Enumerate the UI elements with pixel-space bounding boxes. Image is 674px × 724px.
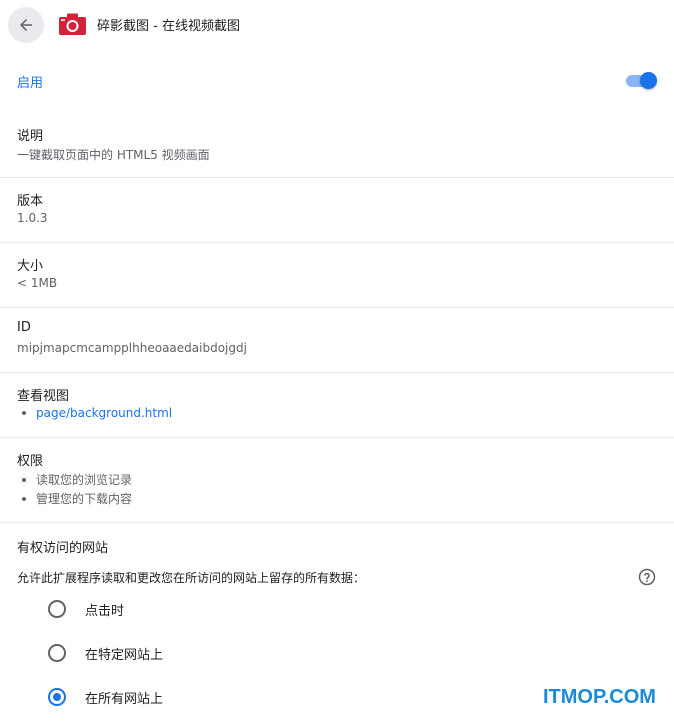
view-item: page/background.html bbox=[22, 406, 172, 420]
extension-title: 碎影截图 - 在线视频截图 bbox=[97, 19, 240, 34]
bullet-icon bbox=[22, 496, 26, 501]
arrow-left-icon bbox=[20, 19, 32, 31]
radio-button-selected[interactable] bbox=[48, 688, 66, 706]
back-button[interactable] bbox=[8, 7, 44, 43]
version-label: 版本 bbox=[17, 194, 44, 209]
view-link[interactable]: page/background.html bbox=[36, 406, 172, 420]
permission-item: 读取您的浏览记录 bbox=[22, 471, 132, 488]
version-section: 版本 1.0.3 bbox=[0, 178, 674, 243]
camera-icon bbox=[59, 13, 86, 35]
version-value: 1.0.3 bbox=[17, 211, 48, 225]
toggle-knob bbox=[640, 72, 657, 89]
size-value: < 1MB bbox=[17, 276, 58, 290]
description-value: 一键截取页面中的 HTML5 视频画面 bbox=[17, 148, 210, 162]
site-access-label: 有权访问的网站 bbox=[17, 541, 109, 556]
enable-row: 启用 bbox=[0, 60, 674, 100]
bullet-icon bbox=[22, 410, 26, 415]
radio-label: 在所有网站上 bbox=[85, 692, 164, 707]
permissions-label: 权限 bbox=[17, 454, 44, 469]
permissions-section: 权限 读取您的浏览记录 管理您的下载内容 bbox=[0, 438, 674, 523]
extension-details-page: 碎影截图 - 在线视频截图 启用 说明 一键截取页面中的 HTML5 视频画面 … bbox=[0, 0, 674, 724]
size-section: 大小 < 1MB bbox=[0, 243, 674, 308]
description-label: 说明 bbox=[17, 129, 44, 144]
header: 碎影截图 - 在线视频截图 bbox=[0, 0, 674, 50]
site-access-description: 允许此扩展程序读取和更改您在所访问的网站上留存的所有数据： bbox=[17, 571, 366, 585]
id-value: mipjmapcmcampplhheoaaedaibdojgdj bbox=[17, 341, 247, 355]
radio-button[interactable] bbox=[48, 600, 66, 618]
enable-label: 启用 bbox=[17, 76, 44, 91]
description-section: 说明 一键截取页面中的 HTML5 视频画面 bbox=[0, 113, 674, 178]
size-label: 大小 bbox=[17, 259, 44, 274]
permission-text: 管理您的下载内容 bbox=[36, 492, 133, 506]
permission-text: 读取您的浏览记录 bbox=[36, 473, 133, 487]
help-circle-icon[interactable] bbox=[638, 568, 656, 586]
permission-item: 管理您的下载内容 bbox=[22, 490, 132, 507]
id-label: ID bbox=[17, 320, 31, 335]
bullet-icon bbox=[22, 477, 26, 482]
radio-button[interactable] bbox=[48, 644, 66, 662]
id-section: ID mipjmapcmcampplhheoaaedaibdojgdj bbox=[0, 308, 674, 373]
radio-label: 点击时 bbox=[85, 604, 125, 619]
views-section: 查看视图 page/background.html bbox=[0, 373, 674, 438]
enable-toggle[interactable] bbox=[625, 72, 657, 90]
views-label: 查看视图 bbox=[17, 389, 70, 404]
radio-label: 在特定网站上 bbox=[85, 648, 164, 663]
watermark: ITMOP.COM bbox=[543, 686, 656, 708]
